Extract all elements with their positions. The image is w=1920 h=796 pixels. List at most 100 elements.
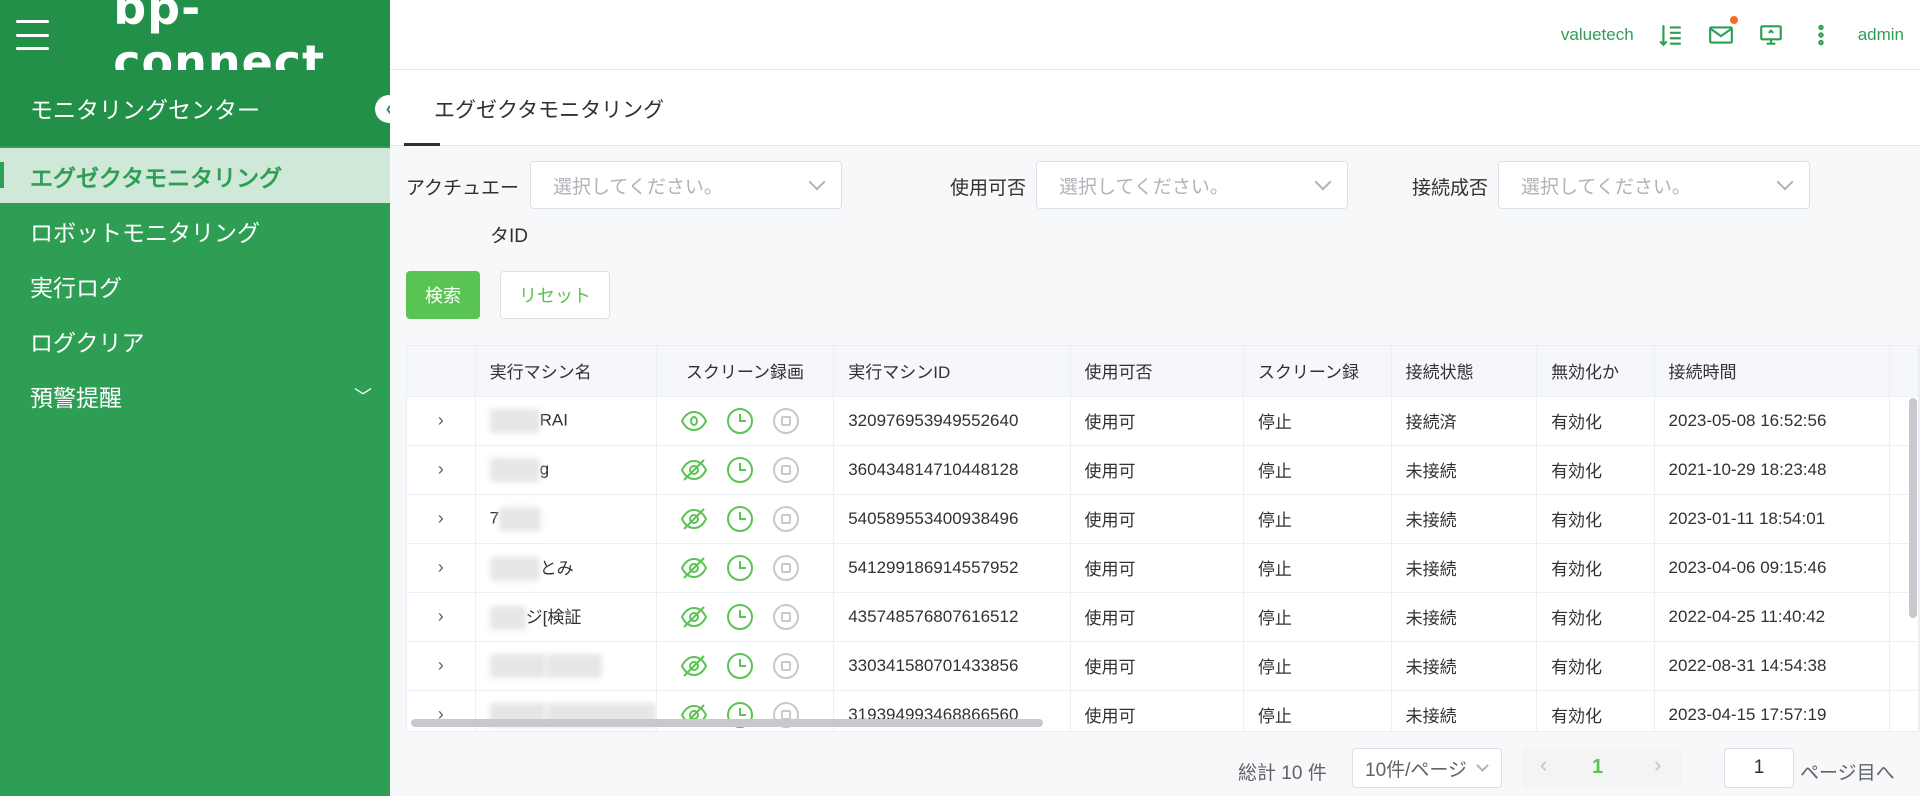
usable-label: 使用可否 xyxy=(950,178,1027,199)
stop-icon[interactable] xyxy=(771,602,801,632)
sidebar-item-label: ロボットモニタリング xyxy=(30,219,260,246)
usable-cell: 使用可 xyxy=(1070,592,1244,642)
col-usable[interactable]: 使用可否 xyxy=(1070,346,1244,397)
usable-cell: 使用可 xyxy=(1070,641,1244,691)
sidebar-item-label: エグゼクタモニタリング xyxy=(30,164,283,191)
more-cell xyxy=(1889,641,1919,691)
machine-name-cell: g xyxy=(475,445,657,495)
redacted-block xyxy=(489,606,526,631)
clock-icon[interactable] xyxy=(725,504,755,534)
main-content: エグゼクタモニタリング アクチュエー 選択してください。 使用可否 選択してくだ… xyxy=(390,70,1920,796)
row-expand-icon[interactable]: › xyxy=(407,494,476,544)
machine-name-cell xyxy=(475,641,657,691)
col-connection-time[interactable]: 接続時間 xyxy=(1654,346,1890,397)
table-row[interactable]: › ジ[検証 435748576807616512 使用可 停止 未接続 有効化 2022-0… xyxy=(407,592,1919,642)
col-screen-recording[interactable]: スクリーン録画 xyxy=(656,346,835,397)
search-button[interactable]: 検索 xyxy=(406,271,480,319)
clock-icon[interactable] xyxy=(725,602,755,632)
sidebar-item-log-clear[interactable]: ログクリア xyxy=(0,313,390,368)
goto-page-input[interactable] xyxy=(1724,748,1794,788)
connection-placeholder: 選択してください。 xyxy=(1521,176,1691,198)
stop-icon[interactable] xyxy=(771,651,801,681)
recording-cell: 停止 xyxy=(1243,396,1392,446)
chevron-down-icon: ﹀ xyxy=(354,386,372,407)
eye-off-icon[interactable] xyxy=(679,553,709,583)
table-row[interactable]: › 7 540589553400938496 使用可 停止 未接続 有効化 2023-01-1… xyxy=(407,494,1919,544)
row-expand-icon[interactable]: › xyxy=(407,641,476,691)
sidebar-section-title-text: モニタリングセンター xyxy=(30,97,260,123)
eye-off-icon[interactable] xyxy=(679,602,709,632)
monitor-icon[interactable] xyxy=(1758,22,1784,48)
machine-name-cell: とみ xyxy=(475,543,657,593)
sidebar: bp-connect モニタリングセンター ‹ エグゼクタモニタリング ロボット… xyxy=(0,0,403,796)
sort-list-icon[interactable] xyxy=(1658,22,1684,48)
reset-button[interactable]: リセット xyxy=(500,271,610,319)
horizontal-scrollbar[interactable] xyxy=(411,719,1043,727)
more-vertical-icon[interactable] xyxy=(1808,22,1834,48)
recording-cell: 停止 xyxy=(1243,592,1392,642)
page-size-select[interactable]: 10件/ページ xyxy=(1352,748,1502,788)
machine-id-cell: 360434814710448128 xyxy=(833,445,1071,495)
eye-off-icon[interactable] xyxy=(679,504,709,534)
clock-icon[interactable] xyxy=(725,651,755,681)
stop-icon[interactable] xyxy=(771,504,801,534)
connection-select[interactable]: 選択してください。 xyxy=(1498,161,1810,209)
connection-status-cell: 未接続 xyxy=(1391,543,1538,593)
disabled-cell: 有効化 xyxy=(1536,445,1655,495)
col-machine-name[interactable]: 実行マシン名 xyxy=(475,346,657,397)
sidebar-item-execution-log[interactable]: 実行ログ xyxy=(0,258,390,313)
usable-cell: 使用可 xyxy=(1070,445,1244,495)
table-row[interactable]: › とみ 541299186914557952 使用可 停止 未接続 有効化 2023-04-… xyxy=(407,543,1919,593)
row-expand-icon[interactable]: › xyxy=(407,592,476,642)
row-expand-icon[interactable]: › xyxy=(407,543,476,593)
stop-icon[interactable] xyxy=(771,406,801,436)
next-page-icon[interactable]: › xyxy=(1654,752,1661,778)
connection-time-cell: 2023-01-11 18:54:01 xyxy=(1654,494,1890,544)
current-page[interactable]: 1 xyxy=(1592,756,1603,779)
eye-off-icon[interactable] xyxy=(679,651,709,681)
mail-icon[interactable] xyxy=(1708,15,1738,48)
col-disabled[interactable]: 無効化か xyxy=(1536,346,1655,397)
org-name[interactable]: valuetech xyxy=(1561,25,1634,45)
table-row[interactable]: › 330341580701433856 使用可 停止 未接続 有効化 2022-08-31… xyxy=(407,641,1919,691)
usable-select[interactable]: 選択してください。 xyxy=(1036,161,1348,209)
stop-icon[interactable] xyxy=(771,455,801,485)
redacted-block xyxy=(489,653,546,678)
row-expand-icon[interactable]: › xyxy=(407,445,476,495)
machine-id-cell: 320976953949552640 xyxy=(833,396,1071,446)
stop-icon[interactable] xyxy=(771,553,801,583)
table-row[interactable]: › RAI 320976953949552640 使用可 停止 接続済 有効化 2023-05… xyxy=(407,396,1919,446)
sidebar-item-robot-monitoring[interactable]: ロボットモニタリング xyxy=(0,203,390,258)
eye-off-icon[interactable] xyxy=(679,455,709,485)
col-machine-id[interactable]: 実行マシンID xyxy=(833,346,1071,397)
hamburger-menu-icon[interactable] xyxy=(16,20,50,50)
executor-id-select[interactable]: 選択してください。 xyxy=(530,161,842,209)
table-row[interactable]: › g 360434814710448128 使用可 停止 未接続 有効化 2021-10-2… xyxy=(407,445,1919,495)
clock-icon[interactable] xyxy=(725,455,755,485)
sidebar-item-alerts[interactable]: 預警提醒 ﹀ xyxy=(0,368,390,423)
recording-cell: 停止 xyxy=(1243,690,1392,731)
machine-id-cell: 541299186914557952 xyxy=(833,543,1071,593)
col-connection-status[interactable]: 接続状態 xyxy=(1391,346,1538,397)
tab-executor-monitoring[interactable]: エグゼクタモニタリング xyxy=(434,94,664,124)
clock-icon[interactable] xyxy=(725,406,755,436)
row-expand-icon[interactable]: › xyxy=(407,396,476,446)
eye-icon[interactable] xyxy=(679,406,709,436)
sidebar-item-label: 預警提醒 xyxy=(30,384,122,411)
user-name[interactable]: admin xyxy=(1858,25,1904,45)
screen-recording-cell xyxy=(656,641,835,691)
col-expand xyxy=(407,346,476,397)
redacted-block xyxy=(489,408,540,433)
prev-page-icon[interactable]: ‹ xyxy=(1540,752,1547,778)
machine-name: RAI xyxy=(539,409,568,429)
vertical-scrollbar[interactable] xyxy=(1909,398,1917,618)
machine-name-cell: RAI xyxy=(475,396,657,446)
screen-recording-cell xyxy=(656,592,835,642)
clock-icon[interactable] xyxy=(725,553,755,583)
col-recording[interactable]: スクリーン録 xyxy=(1243,346,1392,397)
disabled-cell: 有効化 xyxy=(1536,494,1655,544)
machine-id-cell: 435748576807616512 xyxy=(833,592,1071,642)
sidebar-item-executor-monitoring[interactable]: エグゼクタモニタリング xyxy=(0,148,390,203)
sidebar-section-title: モニタリングセンター ‹ xyxy=(0,70,403,146)
usable-cell: 使用可 xyxy=(1070,690,1244,731)
